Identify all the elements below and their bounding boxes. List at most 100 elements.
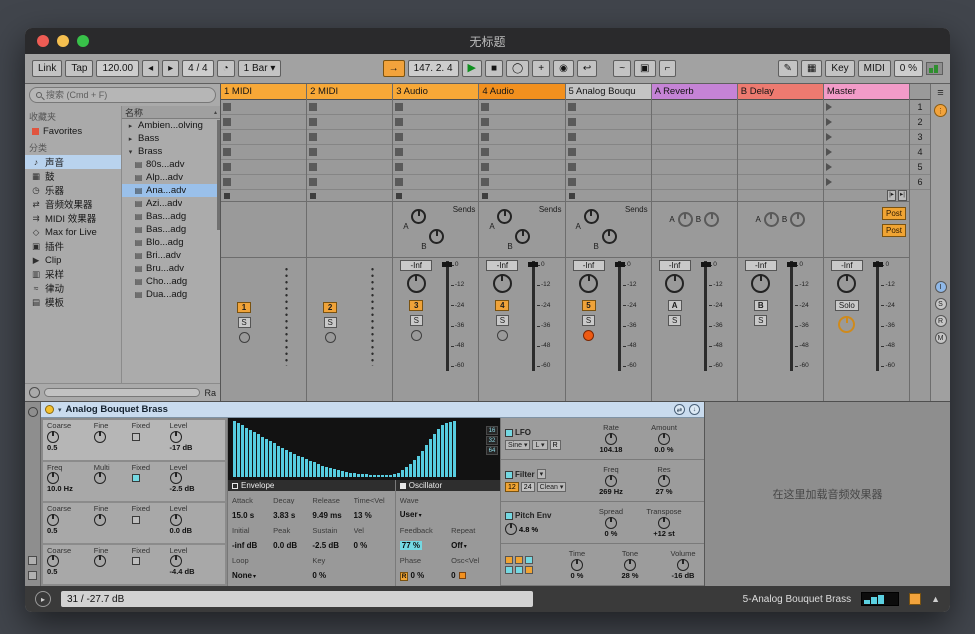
minimize-button[interactable]	[57, 35, 69, 47]
send-knob[interactable]	[678, 212, 693, 227]
param-value[interactable]: -17 dB	[170, 444, 193, 452]
clip-slot[interactable]	[221, 145, 306, 160]
clip-slot[interactable]	[738, 130, 823, 145]
clip-slot[interactable]	[652, 130, 737, 145]
algorithm-display[interactable]	[505, 556, 549, 574]
browser-item[interactable]: ▤Blo...adg	[122, 236, 220, 249]
sidebar-item-samples[interactable]: ▥采样	[25, 267, 121, 281]
automation-arm-button[interactable]: ◉	[553, 60, 574, 77]
pan-knob[interactable]	[493, 274, 512, 293]
time-knob[interactable]	[571, 559, 583, 571]
clip-slot[interactable]	[393, 160, 478, 175]
device-fold-icon[interactable]: ▾	[58, 406, 62, 414]
pitch-env-toggle[interactable]	[505, 512, 513, 520]
clip-slot[interactable]	[307, 145, 392, 160]
volume-fader[interactable]: 0-12-24-36-48-60	[785, 258, 821, 376]
transpose-knob[interactable]	[658, 517, 670, 529]
solo-button[interactable]: S	[238, 317, 251, 328]
fader-handle[interactable]	[442, 262, 452, 267]
arrangement-record-button[interactable]: ◯	[506, 60, 529, 77]
arm-button[interactable]	[325, 332, 336, 343]
track-activator[interactable]: A	[668, 300, 682, 311]
param-value[interactable]: None▾	[232, 572, 271, 580]
volume-fader[interactable]: 0-12-24-36-48-60	[871, 258, 907, 376]
fader-handle[interactable]	[873, 262, 883, 267]
param-value[interactable]: 3.83 s	[273, 512, 310, 520]
preview-headphone-icon[interactable]	[29, 387, 40, 398]
clip-slot[interactable]	[307, 115, 392, 130]
show-returns-toggle[interactable]: R	[935, 315, 947, 327]
solo-button[interactable]: S	[582, 315, 595, 326]
quantize-chip[interactable]	[459, 572, 466, 579]
name-column-header[interactable]: 名称	[125, 106, 143, 119]
clip-slot[interactable]	[393, 115, 478, 130]
device-activator[interactable]	[45, 405, 54, 414]
clip-slot[interactable]	[652, 115, 737, 130]
clip-slot[interactable]	[566, 115, 651, 130]
browser-item[interactable]: ▤Bru...adv	[122, 262, 220, 275]
param-knob[interactable]	[170, 431, 182, 443]
device-drop-area[interactable]: 在这里加载音频效果器	[705, 402, 950, 586]
param-value[interactable]: 0	[451, 572, 496, 580]
pitch-env-knob[interactable]	[505, 523, 517, 535]
clip-slot[interactable]	[566, 175, 651, 190]
show-hide-arrow[interactable]: ▲	[931, 594, 940, 604]
fader-handle[interactable]	[528, 262, 538, 267]
pan-knob[interactable]	[751, 274, 770, 293]
browser-item[interactable]: ▤Bas...adg	[122, 223, 220, 236]
param-knob[interactable]	[170, 514, 182, 526]
track-activator[interactable]: 1	[237, 302, 251, 313]
browser-item[interactable]: ▤Ana...adv	[122, 184, 220, 197]
sidebar-item-templates[interactable]: ▤模板	[25, 295, 121, 309]
harmonics-page-button[interactable]: 64	[486, 446, 498, 455]
sidebar-item-audio-effects[interactable]: ⇄音频效果器	[25, 197, 121, 211]
solo-button[interactable]: Solo	[835, 300, 859, 311]
param-value[interactable]: 13 %	[354, 512, 391, 520]
filter-dropdown[interactable]: Clean ▾	[537, 482, 567, 492]
volume-fader[interactable]: 0-12-24-36-48-60	[527, 258, 563, 376]
back-to-arrangement-button[interactable]: |▸	[887, 190, 896, 201]
send-a-knob[interactable]	[497, 209, 512, 224]
clip-slot[interactable]	[479, 100, 564, 115]
clip-slot[interactable]	[652, 160, 737, 175]
param-value[interactable]: User▾	[400, 511, 449, 519]
clip-slot[interactable]	[824, 100, 909, 115]
reenable-automation-button[interactable]: ↩	[577, 60, 597, 77]
fixed-checkbox[interactable]	[132, 516, 140, 524]
track-activator[interactable]: 2	[323, 302, 337, 313]
track-activator[interactable]: 4	[495, 300, 509, 311]
track-activator[interactable]: 5	[582, 300, 596, 311]
arrangement-position-display[interactable]: 147. 2. 4	[408, 60, 459, 77]
loop-button[interactable]: ⌐	[659, 60, 677, 77]
browser-item[interactable]: ▤80s...adv	[122, 158, 220, 171]
search-input[interactable]	[46, 90, 209, 100]
param-value[interactable]: 0.0 %	[654, 446, 673, 454]
clip-slot[interactable]	[824, 175, 909, 190]
send-a-knob[interactable]	[411, 209, 426, 224]
clip-slot[interactable]	[479, 160, 564, 175]
lfo-dropdown[interactable]: L ▾	[532, 440, 547, 450]
send-b-knob[interactable]	[429, 229, 444, 244]
clip-slot[interactable]	[221, 160, 306, 175]
param-value[interactable]: 0.5	[47, 444, 57, 452]
param-value[interactable]: R0 %	[400, 572, 449, 581]
computer-midi-keyboard-button[interactable]: ▦	[801, 60, 822, 77]
nudge-down-button[interactable]: ◂	[142, 60, 159, 77]
clip-slot[interactable]	[824, 160, 909, 175]
browser-item[interactable]: ▤Bri...adv	[122, 249, 220, 262]
clip-slot[interactable]	[307, 130, 392, 145]
arm-button[interactable]	[239, 332, 250, 343]
scene-number[interactable]: 1	[910, 100, 930, 115]
browser-item[interactable]: ▸Ambien...olving	[122, 119, 220, 132]
clip-slot[interactable]	[738, 175, 823, 190]
clip-slot[interactable]	[393, 145, 478, 160]
clip-slot[interactable]	[652, 175, 737, 190]
follow-button[interactable]: →	[383, 60, 405, 77]
clip-slot[interactable]	[566, 100, 651, 115]
save-preset-icon[interactable]: ↓	[689, 404, 700, 415]
param-value[interactable]: 104.18	[600, 446, 623, 454]
clip-slot[interactable]	[566, 160, 651, 175]
send-b-post-toggle[interactable]: Post	[882, 224, 906, 237]
lfo-dropdown[interactable]: Sine ▾	[505, 440, 530, 450]
sidebar-item-max-for-live[interactable]: ◇Max for Live	[25, 225, 121, 239]
